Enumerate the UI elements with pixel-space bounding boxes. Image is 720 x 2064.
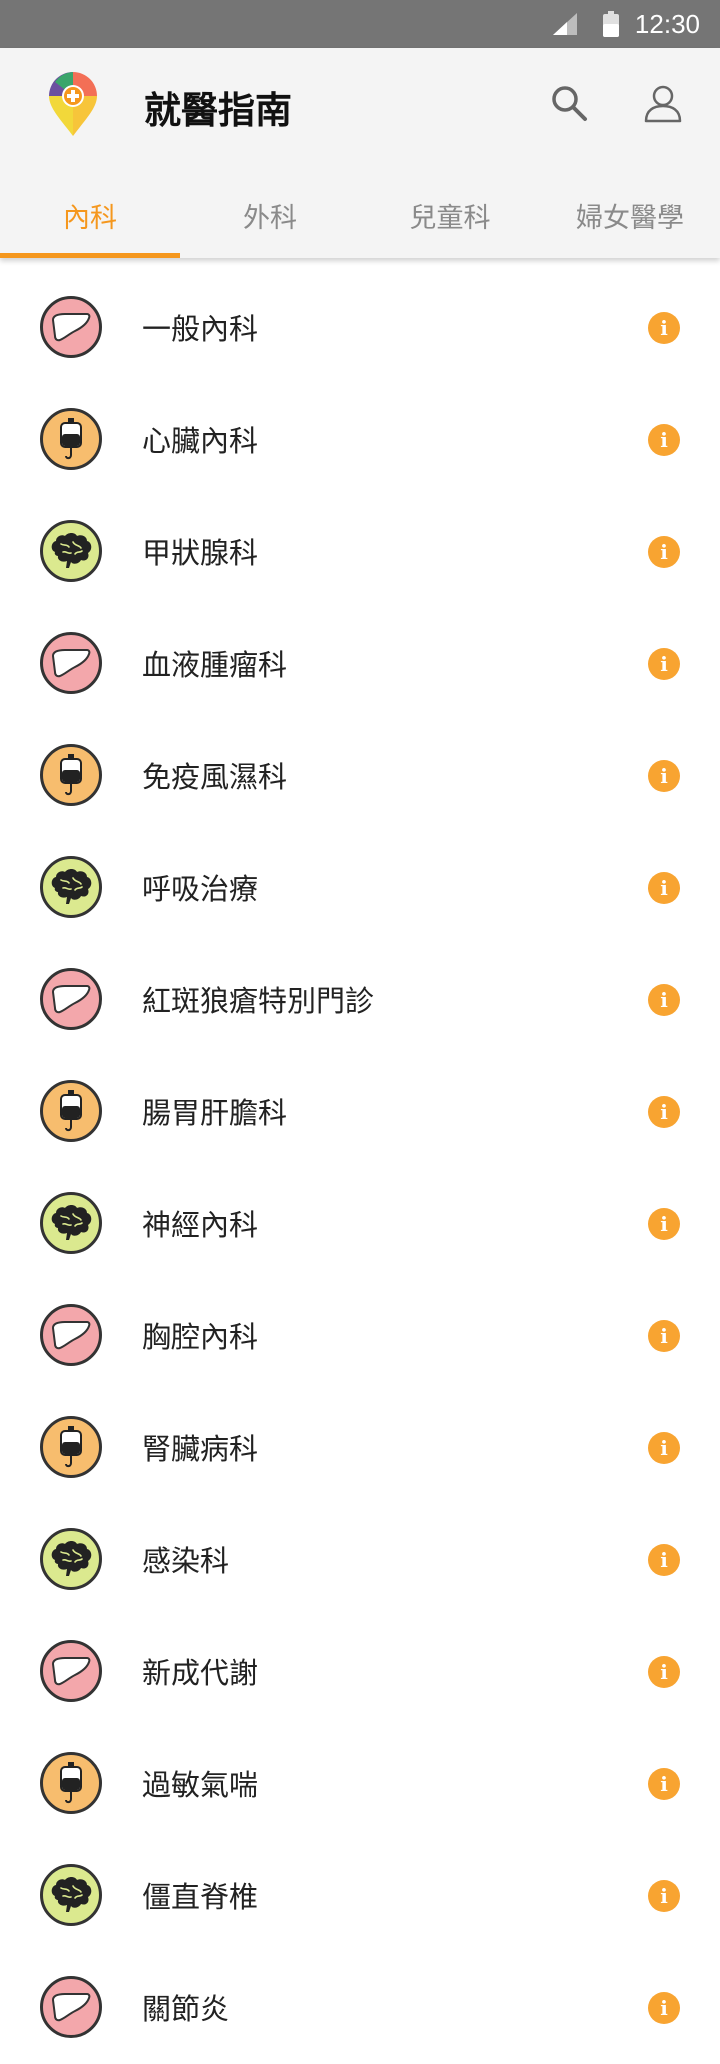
list-item-label: 新成代謝 [142,1656,259,1690]
list-item[interactable]: 僵直脊椎 i [0,1840,720,1952]
user-icon [644,85,682,123]
list-item-label: 紅斑狼瘡特別門診 [142,984,375,1018]
brain-icon [40,1192,102,1254]
signal-icon [552,13,577,35]
info-icon[interactable]: i [648,536,680,568]
account-button[interactable] [638,78,688,128]
list-item[interactable]: 呼吸治療 i [0,832,720,944]
list-item-label: 過敏氣喘 [142,1768,259,1802]
list-item[interactable]: 免疫風濕科 i [0,720,720,832]
iv-bag-icon [40,1080,102,1142]
list-item-label: 免疫風濕科 [142,760,288,794]
list-item-label: 胸腔內科 [142,1320,259,1354]
battery-icon [602,11,619,37]
tab-internal-medicine[interactable]: 內科 [0,188,180,258]
info-icon[interactable]: i [648,1208,680,1240]
info-icon[interactable]: i [648,1544,680,1576]
liver-icon [40,296,102,358]
info-icon[interactable]: i [648,424,680,456]
info-icon[interactable]: i [648,1880,680,1912]
list-item-label: 腎臟病科 [142,1432,259,1466]
iv-bag-icon [40,408,102,470]
search-icon [552,86,587,121]
list-item-label: 心臟內科 [142,424,259,458]
app-logo-icon [49,72,97,136]
list-item[interactable]: 血液腫瘤科 i [0,608,720,720]
department-list: 一般內科 i 心臟內科 i 甲狀腺科 i 血液腫瘤科 i 免疫風濕科 i 呼吸治療 i 紅斑狼瘡特別門診… [0,258,720,2064]
list-item-label: 呼吸治療 [142,872,259,906]
info-icon[interactable]: i [648,1320,680,1352]
info-icon[interactable]: i [648,984,680,1016]
brain-icon [40,1528,102,1590]
info-icon[interactable]: i [648,1992,680,2024]
list-item[interactable]: 一般內科 i [0,272,720,384]
list-item-label: 神經內科 [142,1208,259,1242]
list-item-label: 一般內科 [142,312,259,346]
list-item[interactable]: 感染科 i [0,1504,720,1616]
iv-bag-icon [40,1416,102,1478]
info-icon[interactable]: i [648,1096,680,1128]
tab-pediatrics[interactable]: 兒童科 [360,188,540,258]
liver-icon [40,632,102,694]
brain-icon [40,1864,102,1926]
list-item[interactable]: 腸胃肝膽科 i [0,1056,720,1168]
list-item[interactable]: 關節炎 i [0,1952,720,2064]
brain-icon [40,520,102,582]
iv-bag-icon [40,744,102,806]
list-item[interactable]: 新成代謝 i [0,1616,720,1728]
liver-icon [40,968,102,1030]
info-icon[interactable]: i [648,1768,680,1800]
app-bar: 就醫指南 內科 外科 兒童科 婦女醫學 [0,48,720,258]
list-item-label: 甲狀腺科 [142,536,259,570]
list-item[interactable]: 甲狀腺科 i [0,496,720,608]
info-icon[interactable]: i [648,872,680,904]
list-item-label: 關節炎 [142,1992,230,2026]
info-icon[interactable]: i [648,1432,680,1464]
status-bar: 12:30 [0,0,720,48]
list-item[interactable]: 胸腔內科 i [0,1280,720,1392]
list-item-label: 血液腫瘤科 [142,648,288,682]
info-icon[interactable]: i [648,1656,680,1688]
liver-icon [40,1304,102,1366]
list-item-label: 腸胃肝膽科 [142,1096,288,1130]
tab-surgery[interactable]: 外科 [180,188,360,258]
info-icon[interactable]: i [648,312,680,344]
app-title: 就醫指南 [144,89,292,132]
search-button[interactable] [544,78,594,128]
info-icon[interactable]: i [648,760,680,792]
list-item[interactable]: 腎臟病科 i [0,1392,720,1504]
list-item-label: 僵直脊椎 [142,1880,259,1914]
list-item[interactable]: 心臟內科 i [0,384,720,496]
category-tabs: 內科 外科 兒童科 婦女醫學 [0,188,720,258]
status-time: 12:30 [634,8,700,39]
liver-icon [40,1976,102,2038]
iv-bag-icon [40,1752,102,1814]
list-item[interactable]: 神經內科 i [0,1168,720,1280]
list-item[interactable]: 紅斑狼瘡特別門診 i [0,944,720,1056]
list-item-label: 感染科 [142,1544,230,1578]
brain-icon [40,856,102,918]
list-item[interactable]: 過敏氣喘 i [0,1728,720,1840]
liver-icon [40,1640,102,1702]
info-icon[interactable]: i [648,648,680,680]
tab-womens-medicine[interactable]: 婦女醫學 [540,188,720,258]
